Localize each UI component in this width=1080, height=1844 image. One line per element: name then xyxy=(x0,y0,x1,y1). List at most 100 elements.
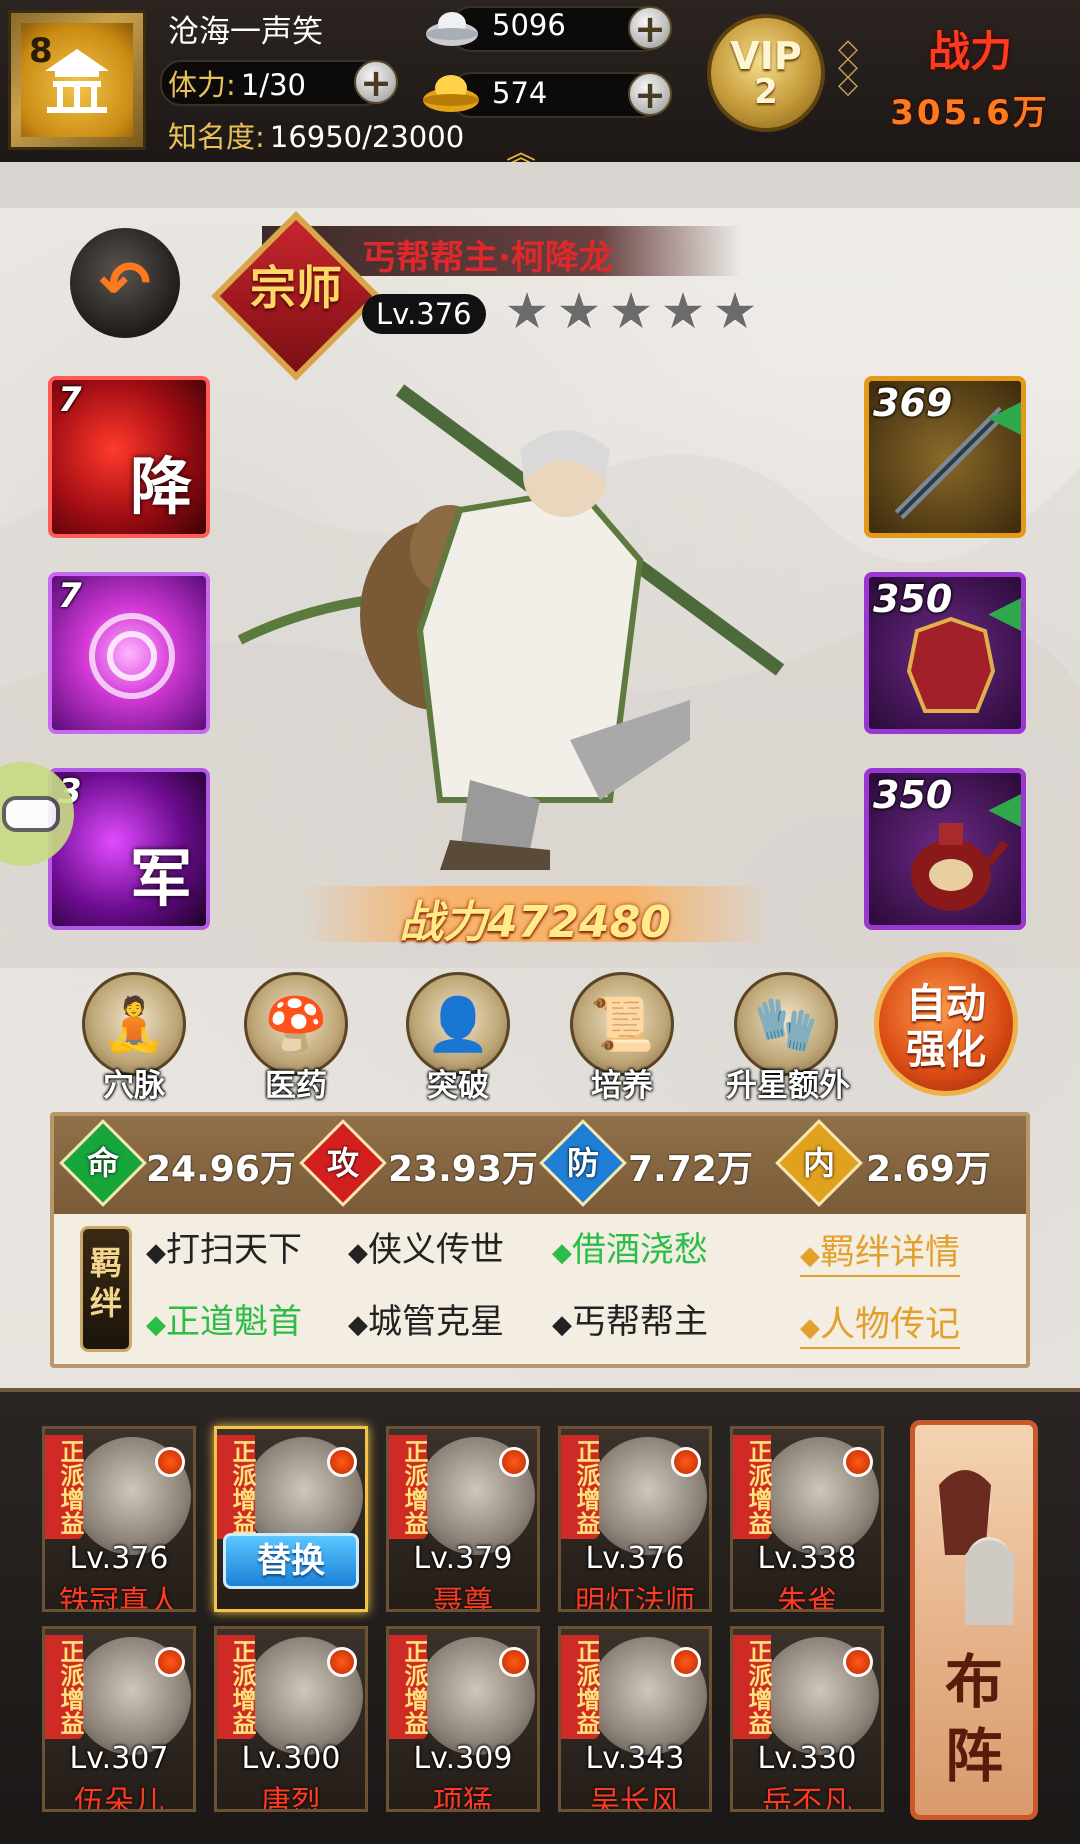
notification-dot-icon xyxy=(155,1447,185,1477)
faction-buff-tag: 正派增益 xyxy=(389,1635,428,1739)
faction-buff-tag: 正派增益 xyxy=(733,1435,772,1539)
bond-details-link[interactable]: ◆羁绊详情 xyxy=(800,1224,961,1277)
notification-dot-icon xyxy=(671,1647,701,1677)
team-slot[interactable]: 正派增益 Lv.309 项猛 xyxy=(386,1626,540,1812)
bond-item: ◆侠义传世 xyxy=(348,1230,504,1270)
cultivate-button[interactable]: 📜 培养 xyxy=(562,972,682,1105)
stamina-row: 体力: 1/30 xyxy=(168,62,306,104)
defense-icon-text: 防 xyxy=(566,1144,599,1182)
equipment-slot-accessory[interactable]: 350 ◀ xyxy=(864,768,1026,930)
team-slot[interactable]: 正派增益 Lv.379 聂尊 xyxy=(386,1426,540,1612)
fame-value: 16950/23000 xyxy=(269,120,465,154)
internal-icon-text: 内 xyxy=(802,1144,835,1182)
hero-level: Lv.376 xyxy=(362,294,486,334)
team-slot[interactable]: 正派增益 Lv.330 岳不凡 xyxy=(730,1626,884,1812)
bond-item: ◆丐帮帮主 xyxy=(552,1302,708,1342)
action-label: 升星额外 xyxy=(726,1068,850,1104)
member-name: 唐烈 xyxy=(261,1785,321,1812)
stamina-label: 体力: xyxy=(168,68,236,102)
member-name: 明灯法师 xyxy=(575,1585,695,1612)
member-name: 朱雀 xyxy=(777,1585,837,1612)
gold-ingot-icon xyxy=(420,66,482,116)
skill-slot-1[interactable]: 7 降 xyxy=(48,376,210,538)
team-slot[interactable]: 正派增益 Lv.376 明灯法师 xyxy=(558,1426,712,1612)
team-slot[interactable]: 正派增益 Lv.300 唐烈 xyxy=(214,1626,368,1812)
skill-slot-3[interactable]: 3 军 xyxy=(48,768,210,930)
vip-badge[interactable]: VIP 2 xyxy=(707,14,825,132)
back-button[interactable]: ↶ xyxy=(70,228,180,338)
bond-tag: 羁绊 xyxy=(80,1226,132,1352)
skill-level: 7 xyxy=(58,380,82,420)
equipment-level: 350 xyxy=(873,577,953,621)
team-slot[interactable]: 正派增益 Lv.343 吴长风 xyxy=(558,1626,712,1812)
notification-dot-icon xyxy=(843,1447,873,1477)
biography-link[interactable]: ◆人物传记 xyxy=(800,1296,961,1349)
attack-icon-text: 攻 xyxy=(326,1144,359,1182)
team-slot[interactable]: 正派增益 Lv.376 铁冠真人 xyxy=(42,1426,196,1612)
auto-enhance-line1: 自动 xyxy=(906,981,986,1027)
star-icon: ★ xyxy=(608,282,654,340)
equipment-slot-weapon[interactable]: 369 ◀ xyxy=(864,376,1026,538)
header-divider xyxy=(0,162,1080,208)
hero-figure xyxy=(237,384,785,870)
internal-value: 2.69万 xyxy=(866,1149,991,1190)
notification-dot-icon xyxy=(671,1447,701,1477)
team-slot[interactable]: 正派增益 Lv.307 伍朵儿 xyxy=(42,1626,196,1812)
faction-buff-tag: 正派增益 xyxy=(217,1435,256,1539)
defense-value: 7.72万 xyxy=(628,1149,753,1190)
action-label: 医药 xyxy=(265,1068,327,1104)
bond-tag-text: 羁绊 xyxy=(89,1244,122,1322)
member-level: Lv.307 xyxy=(69,1741,169,1776)
skill-glyph: 军 xyxy=(129,842,192,915)
member-level: Lv.300 xyxy=(241,1741,341,1776)
formation-label: 布 阵 xyxy=(944,1648,1003,1790)
bond-item-active: ◆正道魁首 xyxy=(146,1302,302,1342)
team-slot[interactable]: 正派增益 Lv.338 朱雀 xyxy=(730,1426,884,1612)
equipment-slot-armor[interactable]: 350 ◀ xyxy=(864,572,1026,734)
member-name: 伍朵儿 xyxy=(74,1785,164,1812)
hero-title: 丐帮帮主·柯降龙 xyxy=(362,238,613,278)
member-level: Lv.343 xyxy=(585,1741,685,1776)
total-power-label: 战力 xyxy=(927,27,1012,76)
skill-level: 7 xyxy=(58,576,82,616)
silver-amount: 5096 xyxy=(492,8,566,42)
bond-item: ◆城管克星 xyxy=(348,1302,504,1342)
add-silver-button[interactable]: + xyxy=(628,6,672,50)
faction-buff-tag: 正派增益 xyxy=(561,1635,600,1739)
swap-button[interactable]: 替换 xyxy=(223,1533,359,1589)
member-level: Lv.309 xyxy=(413,1741,513,1776)
formation-button[interactable]: 布 阵 xyxy=(910,1420,1038,1820)
stamina-value: 1/30 xyxy=(240,68,306,102)
team-slot-selected[interactable]: 正派增益 替换 xyxy=(214,1426,368,1612)
player-name: 沧海一声笑 xyxy=(168,14,323,50)
faction-buff-tag: 正派增益 xyxy=(45,1635,84,1739)
auto-enhance-button[interactable]: 自动 强化 xyxy=(874,952,1018,1096)
add-stamina-button[interactable]: + xyxy=(354,60,398,104)
hp-value: 24.96万 xyxy=(146,1149,296,1190)
breakthrough-button[interactable]: 👤 突破 xyxy=(398,972,518,1105)
silver-ingot-icon xyxy=(424,4,480,50)
action-label: 培养 xyxy=(591,1068,653,1104)
member-level: Lv.379 xyxy=(413,1541,513,1576)
back-arrow-icon: ↶ xyxy=(99,246,151,320)
vip-text: VIP xyxy=(730,34,802,78)
player-avatar[interactable]: 8 xyxy=(8,10,146,150)
faction-buff-tag: 正派增益 xyxy=(561,1435,600,1539)
add-gold-button[interactable]: + xyxy=(628,72,672,116)
faction-buff-tag: 正派增益 xyxy=(217,1635,256,1739)
equipment-level: 350 xyxy=(873,773,953,817)
meridian-button[interactable]: 🧘 穴脉 xyxy=(74,972,194,1105)
fame-row: 知名度: 16950/23000 xyxy=(168,114,464,156)
chain-ornament-icon: ◇ ◇ ◇ xyxy=(838,34,858,100)
action-label: 突破 xyxy=(427,1068,489,1104)
skill-slot-2[interactable]: 7 xyxy=(48,572,210,734)
upgrade-arrow-icon: ◀ xyxy=(988,583,1025,639)
member-name: 项猛 xyxy=(433,1785,493,1812)
action-label: 穴脉 xyxy=(103,1068,165,1104)
notification-dot-icon xyxy=(499,1647,529,1677)
notification-dot-icon xyxy=(499,1447,529,1477)
medicine-button[interactable]: 🍄 医药 xyxy=(236,972,356,1105)
bond-item: ◆打扫天下 xyxy=(146,1230,302,1270)
star-up-extra-button[interactable]: 🧤 升星额外 xyxy=(726,972,850,1105)
hero-combat-power: 战力472480 xyxy=(399,897,671,948)
